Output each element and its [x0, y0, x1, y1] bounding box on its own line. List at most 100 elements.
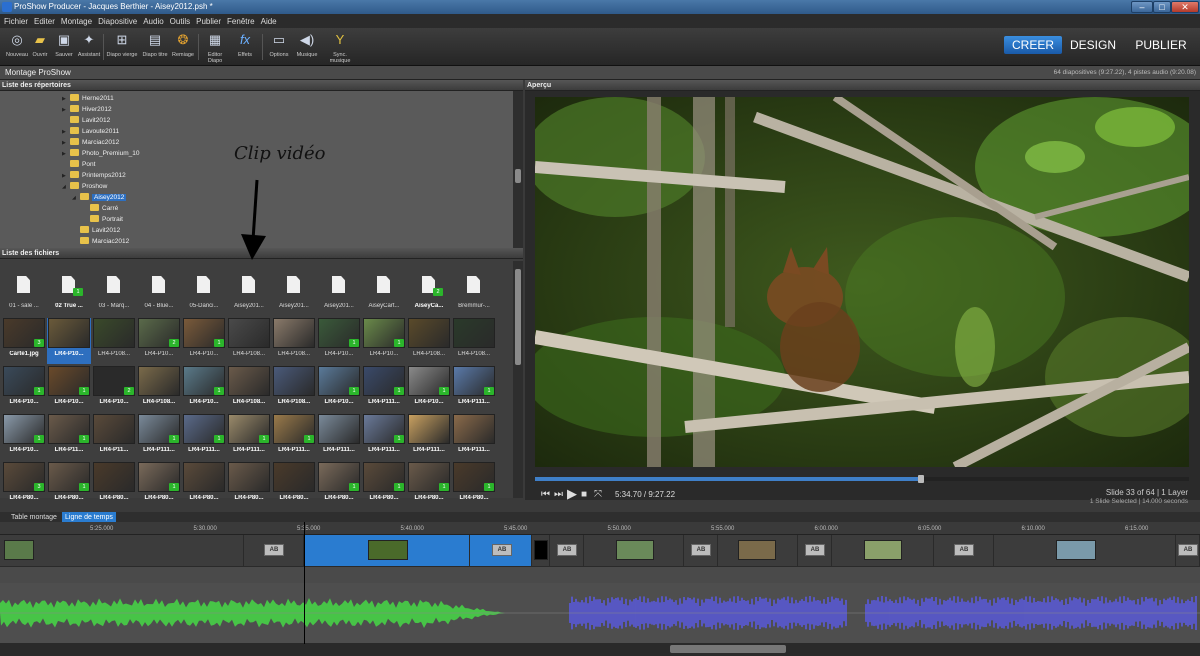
menu-fichier[interactable]: Fichier [4, 17, 28, 26]
assistant-button[interactable]: ✦ Assistant [76, 31, 102, 58]
timeline-transition[interactable]: AB [934, 535, 994, 566]
menu-publier[interactable]: Publier [196, 17, 221, 26]
file-item-document[interactable]: 04 - Blue... [137, 270, 181, 316]
menu-audio[interactable]: Audio [143, 17, 163, 26]
timeline-slide-selected[interactable] [304, 535, 470, 566]
menu-diapositive[interactable]: Diapositive [98, 17, 137, 26]
file-item-image[interactable]: LR4-P11... [92, 414, 136, 460]
file-item-image[interactable]: 1 LR4-P10... [317, 318, 361, 364]
timeline-transition[interactable]: AB [244, 535, 304, 566]
file-item-image[interactable]: 1 LR4-P111... [137, 414, 181, 460]
timeline-slide[interactable] [584, 535, 684, 566]
musique-button[interactable]: ◀) Musique [294, 31, 320, 58]
transition-icon[interactable]: AB [691, 544, 711, 556]
file-item-document[interactable]: Aisey201... [272, 270, 316, 316]
mode-publier-button[interactable]: PUBLIER [1130, 36, 1192, 54]
play-icon[interactable]: ▶ [567, 486, 577, 502]
file-item-image[interactable]: LR4-P108... [272, 318, 316, 364]
folder-item[interactable]: ▶ Lavoute2011 [62, 126, 119, 137]
scrollbar-thumb[interactable] [515, 269, 521, 365]
file-item-image[interactable]: LR4-P80... [272, 462, 316, 508]
transition-icon[interactable]: AB [1178, 544, 1198, 556]
file-item-image[interactable]: 3 Carte1.jpg [2, 318, 46, 364]
progress-knob[interactable] [917, 475, 924, 483]
folder-item[interactable]: ▶ Herne2011 [62, 93, 114, 104]
file-item-image[interactable]: LR4-P108... [452, 318, 496, 364]
timeline-ruler[interactable]: 5:25.000 5:30.000 5:35.000 5:40.000 5:45.000… [0, 522, 1200, 535]
menu-outils[interactable]: Outils [170, 17, 190, 26]
file-item-image[interactable]: LR4-P111... [317, 414, 361, 460]
editor-diapo-button[interactable]: ▦ Editor Diapo [200, 31, 230, 64]
file-item-image[interactable]: 1 LR4-P80... [407, 462, 451, 508]
effets-button[interactable]: fx Effets [232, 31, 258, 58]
scrollbar-thumb[interactable] [515, 169, 521, 183]
file-item-image[interactable]: 1 LR4-P111... [362, 414, 406, 460]
file-item-image[interactable]: 1 LR4-P10... [2, 414, 46, 460]
diapo-titre-button[interactable]: ▤ Diapo titre [140, 31, 170, 58]
file-item-image[interactable]: 1 LR4-P111... [227, 414, 271, 460]
file-item-image[interactable]: 2 LR4-P10... [137, 318, 181, 364]
file-item-image[interactable]: LR4-P111... [452, 414, 496, 460]
file-item-image[interactable]: 1 LR4-P10... [182, 366, 226, 412]
file-item-document[interactable]: Bremmur-... [452, 270, 496, 316]
folder-item[interactable]: ▶ Printemps2012 [62, 170, 126, 181]
file-item-image[interactable]: 1 LR4-P80... [317, 462, 361, 508]
file-item-document[interactable]: 03 - Marq... [92, 270, 136, 316]
file-item-image[interactable]: LR4-P80... [92, 462, 136, 508]
folder-item[interactable]: ▶ Photo_Premium_10 [62, 148, 139, 159]
directory-scrollbar[interactable] [513, 91, 523, 248]
timeline-slide[interactable] [0, 535, 244, 566]
file-item-image[interactable]: LR4-P10... [47, 318, 91, 364]
next-icon[interactable]: ⏭ [554, 489, 563, 500]
file-item-image[interactable]: LR4-P108... [227, 318, 271, 364]
diapo-vierge-button[interactable]: ⊞ Diapo vierge [106, 31, 138, 58]
file-item-image[interactable]: 1 LR4-P10... [317, 366, 361, 412]
timeline-slide[interactable] [718, 535, 798, 566]
file-item-image[interactable]: 1 LR4-P111... [452, 366, 496, 412]
audio-track[interactable] [0, 583, 1200, 643]
transition-icon[interactable]: AB [805, 544, 825, 556]
maximize-button[interactable]: □ [1153, 1, 1171, 13]
folder-item[interactable]: Lavit2012 [72, 225, 120, 236]
folder-item[interactable]: Pont [62, 159, 95, 170]
file-item-image[interactable]: LR4-P108... [227, 366, 271, 412]
file-item-image[interactable]: 1 LR4-P80... [137, 462, 181, 508]
transition-icon[interactable]: AB [264, 544, 284, 556]
folder-item-selected[interactable]: ◢ Aisey2012 [72, 192, 127, 204]
timeline-transition[interactable]: AB [798, 535, 832, 566]
timeline-slide[interactable] [832, 535, 934, 566]
menu-aide[interactable]: Aide [261, 17, 277, 26]
transition-icon[interactable]: AB [492, 544, 512, 556]
file-item-document[interactable]: 01 - sale ... [2, 270, 46, 316]
file-list-scrollbar[interactable] [513, 261, 523, 498]
folder-item[interactable]: Carré [82, 203, 118, 214]
file-item-document[interactable]: AiseyCart... [362, 270, 406, 316]
file-item-image[interactable]: 1 LR4-P10... [2, 366, 46, 412]
minimize-button[interactable]: – [1131, 1, 1153, 13]
folder-item[interactable]: ▶ Hiver2012 [62, 104, 112, 115]
fullscreen-icon[interactable]: ⤧ [594, 489, 602, 500]
transition-icon[interactable]: AB [557, 544, 577, 556]
file-item-image[interactable]: 1 LR4-P10... [362, 318, 406, 364]
folder-item[interactable]: Portrait [82, 214, 123, 225]
menu-fenetre[interactable]: Fenêtre [227, 17, 255, 26]
menu-editer[interactable]: Editer [34, 17, 55, 26]
sauver-button[interactable]: ▣ Sauver [51, 31, 77, 58]
file-item-image[interactable]: 1 LR4-P111... [182, 414, 226, 460]
timeline-transition[interactable]: AB [550, 535, 584, 566]
file-item-document[interactable]: 2 AiseyCa... [407, 270, 451, 316]
file-item-image[interactable]: 1 LR4-P11... [47, 414, 91, 460]
folder-item[interactable]: ◢ Proshow [62, 181, 107, 192]
timeline-slide[interactable] [994, 535, 1176, 566]
folder-item[interactable]: Lavit2012 [62, 115, 110, 126]
collapse-arrow-icon[interactable]: ◢ [72, 193, 80, 204]
file-item-image[interactable]: 1 LR4-P80... [452, 462, 496, 508]
timeline-transition[interactable]: AB [1176, 535, 1200, 566]
remiage-button[interactable]: ❂ Remiage [170, 31, 196, 58]
file-item-document[interactable]: 05-Danci... [182, 270, 226, 316]
folder-item[interactable]: Marciac2012 [72, 236, 129, 247]
file-item-document[interactable]: 1 02 True ... [47, 270, 91, 316]
file-item-image[interactable]: LR4-P108... [272, 366, 316, 412]
timeline-transition[interactable]: AB [470, 535, 532, 566]
ouvrir-button[interactable]: ▰ Ouvrir [27, 31, 53, 58]
